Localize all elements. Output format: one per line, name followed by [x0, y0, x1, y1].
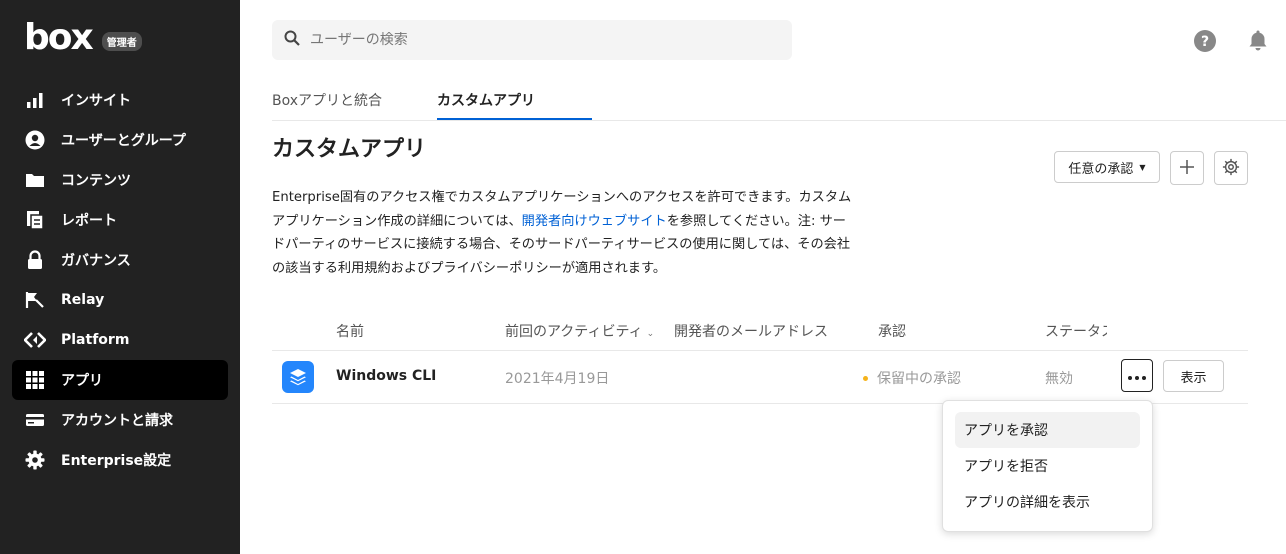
table-row: Windows CLI 2021年4月19日 保留中の承認 無効 表示: [272, 351, 1248, 404]
sidebar-item-governance[interactable]: ガバナンス: [12, 240, 228, 280]
sidebar-item-enterprise-settings[interactable]: Enterprise設定: [12, 440, 228, 480]
relay-icon: [24, 289, 46, 311]
platform-icon: [24, 329, 46, 351]
help-icon[interactable]: ?: [1193, 29, 1217, 53]
sidebar-item-label: Relay: [61, 292, 105, 308]
user-circle-icon: [24, 129, 46, 151]
column-header-developer-email[interactable]: 開発者のメールアドレス: [674, 321, 828, 341]
column-header-status[interactable]: ステータス: [1045, 321, 1107, 341]
gear-icon: [24, 449, 46, 471]
approval-filter-dropdown[interactable]: 任意の承認 ▼: [1054, 151, 1160, 183]
app-name[interactable]: Windows CLI: [336, 368, 436, 384]
more-options-button[interactable]: [1121, 359, 1153, 392]
approval-status: 保留中の承認: [863, 368, 961, 388]
approval-filter-label: 任意の承認: [1068, 161, 1134, 177]
tab-bar: Boxアプリと統合 カスタムアプリ: [272, 80, 1286, 121]
approval-status-label: 保留中の承認: [877, 371, 961, 387]
sidebar-item-platform[interactable]: Platform: [12, 320, 228, 360]
ellipsis-icon: [1128, 368, 1146, 383]
sidebar-item-label: レポート: [61, 213, 117, 229]
credit-card-icon: [24, 409, 46, 431]
app-icon: [282, 361, 314, 393]
folder-icon: [24, 169, 46, 191]
menu-item-reject-app[interactable]: アプリを拒否: [955, 448, 1140, 484]
search-icon: [284, 30, 300, 50]
sidebar-nav: インサイト ユーザーとグループ コンテンツ レポート ガバナンス Relay P…: [12, 80, 228, 480]
app-actions-menu: アプリを承認 アプリを拒否 アプリの詳細を表示: [942, 400, 1153, 532]
sidebar-item-apps[interactable]: アプリ: [12, 360, 228, 400]
view-button[interactable]: 表示: [1163, 360, 1224, 392]
svg-text:?: ?: [1201, 34, 1209, 50]
active-tab-indicator: [437, 118, 592, 120]
bell-icon[interactable]: [1246, 28, 1270, 52]
page-title: カスタムアプリ: [272, 137, 427, 162]
column-header-label: 前回のアクティビティ: [505, 324, 643, 340]
column-header-last-activity[interactable]: 前回のアクティビティ ⌄: [505, 321, 654, 341]
last-activity: 2021年4月19日: [505, 371, 610, 387]
add-app-button[interactable]: [1170, 151, 1204, 185]
sidebar-item-users-groups[interactable]: ユーザーとグループ: [12, 120, 228, 160]
search-bar: [272, 20, 792, 60]
plus-icon: [1179, 159, 1195, 178]
sidebar: box 管理者 インサイト ユーザーとグループ コンテンツ レポート ガバナンス…: [0, 0, 240, 554]
tab-box-apps-integrations[interactable]: Boxアプリと統合: [272, 90, 382, 110]
gear-icon: [1222, 158, 1240, 179]
logo-text: box: [24, 17, 94, 58]
chevron-down-icon: ⌄: [646, 329, 655, 339]
box-logo[interactable]: box 管理者: [24, 17, 142, 58]
sidebar-item-label: Enterprise設定: [61, 453, 172, 469]
sidebar-item-relay[interactable]: Relay: [12, 280, 228, 320]
report-icon: [24, 209, 46, 231]
sidebar-item-label: アプリ: [61, 373, 103, 389]
sidebar-item-account-billing[interactable]: アカウントと請求: [12, 400, 228, 440]
table-header: 名前 前回のアクティビティ⌄ 開発者のメールアドレス 承認 ステータス: [272, 310, 1248, 351]
sidebar-item-label: ユーザーとグループ: [61, 133, 186, 149]
app-status: 無効: [1045, 371, 1073, 387]
sidebar-item-insights[interactable]: インサイト: [12, 80, 228, 120]
bar-chart-icon: [24, 89, 46, 111]
admin-badge: 管理者: [101, 31, 142, 51]
sidebar-item-reports[interactable]: レポート: [12, 200, 228, 240]
pending-dot-icon: [863, 375, 868, 381]
column-header-name[interactable]: 名前: [336, 321, 364, 341]
sidebar-item-label: インサイト: [61, 93, 131, 109]
page-description: Enterprise固有のアクセス権でカスタムアプリケーションへのアクセスを許可…: [272, 186, 857, 280]
sidebar-item-label: アカウントと請求: [61, 413, 173, 429]
sidebar-item-label: ガバナンス: [61, 253, 131, 269]
column-header-approval[interactable]: 承認: [878, 321, 906, 341]
menu-item-approve-app[interactable]: アプリを承認: [955, 412, 1140, 448]
settings-button[interactable]: [1214, 151, 1248, 185]
developer-site-link[interactable]: 開発者向けウェブサイト: [522, 214, 667, 229]
menu-item-view-app-details[interactable]: アプリの詳細を表示: [955, 484, 1140, 520]
search-input[interactable]: [310, 32, 770, 48]
sidebar-item-content[interactable]: コンテンツ: [12, 160, 228, 200]
sidebar-item-label: コンテンツ: [61, 173, 131, 189]
caret-down-icon: ▼: [1139, 162, 1146, 172]
grid-icon: [24, 369, 46, 391]
lock-icon: [24, 249, 46, 271]
tab-custom-apps[interactable]: カスタムアプリ: [437, 90, 535, 110]
sidebar-item-label: Platform: [61, 332, 130, 348]
